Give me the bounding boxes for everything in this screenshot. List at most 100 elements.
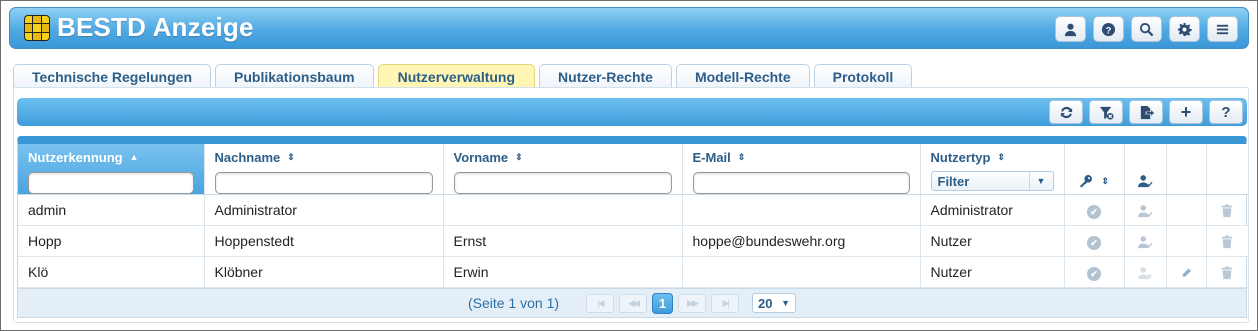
col-vorname[interactable]: Vorname ⇕	[443, 144, 683, 195]
vorname-filter-input[interactable]	[453, 172, 672, 194]
table-row[interactable]: Klö Klöbner Erwin Nutzer ✔	[18, 256, 1248, 288]
filter-clear-icon	[1099, 106, 1114, 120]
help-icon: ?	[1101, 22, 1116, 36]
gear-icon	[1177, 22, 1192, 36]
search-button[interactable]	[1131, 16, 1162, 42]
main-tabs: Technische Regelungen Publikationsbaum N…	[13, 64, 913, 88]
col-email[interactable]: E-Mail ⇕	[682, 144, 921, 195]
help-grid-button[interactable]: ?	[1209, 100, 1243, 124]
sort-icon: ⇕	[515, 151, 523, 162]
cell-delete[interactable]	[1206, 194, 1248, 226]
col-nutzerkennung-label: Nutzerkennung	[28, 149, 123, 165]
menu-button[interactable]	[1207, 16, 1238, 42]
help-button[interactable]: ?	[1093, 16, 1124, 42]
pencil-icon[interactable]	[1181, 266, 1192, 280]
cell-active[interactable]	[1124, 256, 1167, 288]
sort-icon: ⇕	[1101, 176, 1110, 186]
cell-email	[682, 194, 921, 226]
tab-modell-rechte[interactable]: Modell-Rechte	[675, 64, 810, 88]
cell-delete[interactable]	[1206, 225, 1248, 257]
cell-typ: Nutzer	[920, 256, 1065, 288]
tab-protokoll[interactable]: Protokoll	[813, 64, 913, 88]
cell-password: ✔	[1064, 194, 1125, 226]
current-page-button[interactable]: 1	[652, 292, 674, 314]
trash-icon[interactable]	[1220, 235, 1234, 249]
cell-password: ✔	[1064, 225, 1125, 257]
cell-edit[interactable]	[1166, 256, 1207, 288]
app-header: BESTD Anzeige ?	[9, 7, 1249, 49]
refresh-icon	[1060, 106, 1072, 118]
col-nutzertyp-label: Nutzertyp	[930, 149, 991, 165]
check-circle-icon: ✔	[1087, 235, 1101, 250]
cell-kennung: admin	[18, 194, 205, 226]
check-circle-icon: ✔	[1087, 266, 1101, 281]
refresh-button[interactable]	[1049, 100, 1083, 124]
user-grid: Nutzerkennung ▲ Nachname ⇕ Vorname ⇕ E-M…	[17, 136, 1248, 288]
cell-vorname: Erwin	[443, 256, 683, 288]
app-logo-icon	[24, 15, 50, 41]
user-icon	[1064, 23, 1077, 36]
col-nutzertyp[interactable]: Nutzertyp ⇕ Filter ▼	[920, 144, 1065, 195]
add-button[interactable]: +	[1169, 100, 1203, 124]
pager: (Seite 1 von 1) |◀ ◀◀ 1 ▶▶ ▶| 20 ▼	[17, 288, 1247, 318]
sort-icon: ⇕	[287, 151, 295, 162]
col-nachname[interactable]: Nachname ⇕	[204, 144, 444, 195]
cell-active[interactable]	[1124, 194, 1167, 226]
nutzerkennung-filter-input[interactable]	[28, 172, 194, 194]
cell-active[interactable]	[1124, 225, 1167, 257]
cell-delete[interactable]	[1206, 256, 1248, 288]
settings-button[interactable]	[1169, 16, 1200, 42]
nutzertyp-filter-value: Filter	[937, 173, 970, 189]
cell-email	[682, 256, 921, 288]
search-icon	[1139, 22, 1154, 36]
col-email-label: E-Mail	[692, 149, 731, 165]
tab-technische-regelungen[interactable]: Technische Regelungen	[13, 64, 211, 88]
nachname-filter-input[interactable]	[214, 172, 433, 194]
col-nachname-label: Nachname	[214, 149, 281, 165]
prev-page-button[interactable]: ◀◀	[619, 293, 648, 313]
tab-nutzer-rechte[interactable]: Nutzer-Rechte	[539, 64, 672, 88]
user-x-icon	[1138, 267, 1152, 280]
table-row[interactable]: Hopp Hoppenstedt Ernst hoppe@bundeswehr.…	[18, 225, 1248, 257]
col-vorname-label: Vorname	[453, 149, 509, 165]
col-password[interactable]: ⇕	[1064, 144, 1125, 195]
chevron-down-icon: ▼	[781, 298, 791, 308]
first-page-button[interactable]: |◀	[586, 293, 615, 313]
last-page-button[interactable]: ▶|	[711, 293, 740, 313]
next-page-button[interactable]: ▶▶	[678, 293, 707, 313]
tab-nutzerverwaltung[interactable]: Nutzerverwaltung	[377, 64, 536, 88]
cell-kennung: Klö	[18, 256, 205, 288]
cell-email: hoppe@bundeswehr.org	[682, 225, 921, 257]
cell-vorname: Ernst	[443, 225, 683, 257]
trash-icon[interactable]	[1220, 266, 1234, 280]
grid-toolbar: + ?	[17, 98, 1247, 126]
cell-edit	[1166, 194, 1207, 226]
user-check-icon	[1138, 205, 1153, 218]
col-nutzerkennung[interactable]: Nutzerkennung ▲	[18, 144, 205, 195]
page-size-value: 20	[758, 295, 773, 311]
email-filter-input[interactable]	[692, 172, 910, 194]
cell-typ: Nutzer	[920, 225, 1065, 257]
cell-vorname	[443, 194, 683, 226]
page-size-select[interactable]: 20 ▼	[752, 293, 797, 313]
tab-panel: + ? Nutzerkennung ▲ Nachname ⇕ Vorname ⇕…	[13, 87, 1249, 323]
tab-publikationsbaum[interactable]: Publikationsbaum	[215, 64, 374, 88]
page-info: (Seite 1 von 1)	[467, 295, 560, 311]
cell-kennung: Hopp	[18, 225, 205, 257]
export-icon	[1140, 105, 1154, 119]
sort-icon: ⇕	[997, 151, 1005, 162]
menu-icon	[1216, 24, 1229, 34]
app-title: BESTD Anzeige	[57, 12, 254, 42]
cell-nachname: Administrator	[204, 194, 444, 226]
export-button[interactable]	[1129, 100, 1163, 124]
check-circle-icon: ✔	[1087, 204, 1101, 219]
cell-typ: Administrator	[920, 194, 1065, 226]
table-row[interactable]: admin Administrator Administrator ✔	[18, 194, 1248, 226]
key-icon	[1080, 174, 1092, 187]
svg-text:?: ?	[1106, 25, 1112, 35]
nutzertyp-filter-select[interactable]: Filter ▼	[930, 171, 1054, 191]
trash-icon[interactable]	[1220, 204, 1234, 218]
user-button[interactable]	[1055, 16, 1086, 42]
chevron-down-icon: ▼	[1028, 172, 1053, 190]
clear-filter-button[interactable]	[1089, 100, 1123, 124]
